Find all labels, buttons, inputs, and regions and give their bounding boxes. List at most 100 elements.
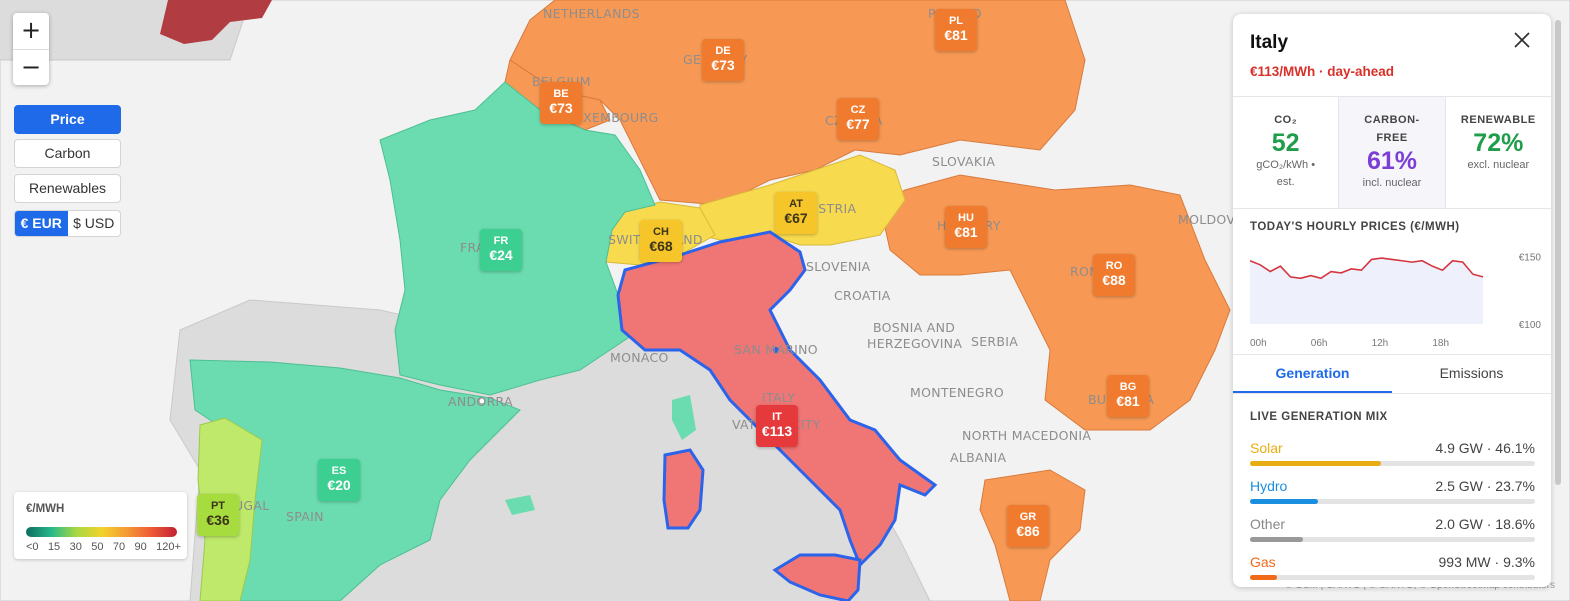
mix-bar-track bbox=[1250, 499, 1535, 504]
mix-source-name: Gas bbox=[1250, 554, 1276, 570]
label-san-marino: SAN MARINO bbox=[734, 342, 818, 357]
stat-label: CARBON-FREE bbox=[1364, 114, 1420, 144]
legend-tick: 120+ bbox=[156, 541, 181, 553]
mix-source-value: 2.5 GW · 23.7% bbox=[1435, 478, 1535, 494]
stats-row: CO₂ 52 gCO₂/kWh • est. CARBON-FREE 61% i… bbox=[1233, 96, 1551, 209]
country-detail-panel: Italy €113/MWh · day-ahead CO₂ 52 gCO₂/k… bbox=[1233, 14, 1551, 587]
label-monaco: MONACO bbox=[610, 350, 669, 365]
mix-bar-track bbox=[1250, 461, 1535, 466]
currency-eur-button[interactable]: € EUR bbox=[15, 211, 68, 236]
mix-bar-track bbox=[1250, 537, 1535, 542]
label-slovakia: SLOVAKIA bbox=[932, 154, 996, 169]
price-marker-pl[interactable]: PL €81 bbox=[935, 9, 977, 51]
mix-row-other: Other 2.0 GW · 18.6% bbox=[1250, 516, 1535, 550]
label-herzegovina: HERZEGOVINA bbox=[867, 336, 963, 351]
mix-row-solar: Solar 4.9 GW · 46.1% bbox=[1250, 440, 1535, 474]
label-italy: ITALY bbox=[762, 390, 796, 405]
label-north-macedonia: NORTH MACEDONIA bbox=[962, 428, 1092, 443]
y-tick-label: €100 bbox=[1519, 320, 1542, 331]
close-icon[interactable] bbox=[1511, 29, 1533, 51]
mix-bar-fill bbox=[1250, 537, 1303, 542]
price-marker-cz[interactable]: CZ €77 bbox=[837, 98, 879, 140]
price-area bbox=[1250, 258, 1483, 324]
mix-source-value: 2.0 GW · 18.6% bbox=[1435, 516, 1535, 532]
hourly-prices-title: TODAY'S HOURLY PRICES (€/MWH) bbox=[1250, 221, 1460, 233]
mode-carbon-button[interactable]: Carbon bbox=[14, 139, 121, 168]
stat-value: 61% bbox=[1366, 147, 1418, 175]
price-marker-be[interactable]: BE €73 bbox=[540, 82, 582, 124]
currency-usd-button[interactable]: $ USD bbox=[68, 211, 121, 236]
label-croatia: CROATIA bbox=[834, 288, 891, 303]
mix-row-gas: Gas 993 MW · 9.3% bbox=[1250, 554, 1535, 587]
legend-color-scale bbox=[26, 527, 177, 537]
price-marker-fr[interactable]: FR €24 bbox=[480, 229, 522, 271]
legend-ticks: <0 15 30 50 70 90 120+ bbox=[26, 541, 181, 553]
price-marker-es[interactable]: ES €20 bbox=[318, 459, 360, 501]
stat-co2: CO₂ 52 gCO₂/kWh • est. bbox=[1233, 97, 1338, 208]
mix-bar-fill bbox=[1250, 499, 1318, 504]
panel-scrollbar[interactable] bbox=[1555, 20, 1561, 485]
mix-source-name: Hydro bbox=[1250, 478, 1288, 494]
legend-tick: <0 bbox=[26, 541, 39, 553]
mix-bar-fill bbox=[1250, 575, 1277, 580]
mix-bar-track bbox=[1250, 575, 1535, 580]
zoom-out-button[interactable]: − bbox=[13, 49, 49, 86]
mode-price-button[interactable]: Price bbox=[14, 105, 121, 134]
tab-emissions[interactable]: Emissions bbox=[1392, 355, 1551, 393]
price-marker-pt[interactable]: PT €36 bbox=[197, 494, 239, 536]
stat-note: incl. nuclear bbox=[1362, 177, 1422, 189]
generation-mix-title: LIVE GENERATION MIX bbox=[1250, 411, 1388, 423]
stat-carbon-free: CARBON-FREE 61% incl. nuclear bbox=[1338, 97, 1445, 208]
stat-value: 52 bbox=[1271, 129, 1300, 157]
price-marker-de[interactable]: DE €73 bbox=[702, 39, 744, 81]
price-marker-at[interactable]: AT €67 bbox=[775, 192, 817, 234]
legend-title: €/MWH bbox=[26, 503, 65, 515]
label-netherlands: NETHERLANDS bbox=[543, 6, 640, 21]
stat-renewable: RENEWABLE 72% excl. nuclear bbox=[1444, 97, 1551, 208]
mix-source-value: 993 MW · 9.3% bbox=[1438, 554, 1535, 570]
legend-tick: 90 bbox=[134, 541, 147, 553]
label-serbia: SERBIA bbox=[971, 334, 1019, 349]
price-marker-gr[interactable]: GR €86 bbox=[1007, 505, 1049, 547]
stat-label: CO₂ bbox=[1274, 114, 1298, 126]
x-tick-label: 12h bbox=[1372, 338, 1389, 349]
price-marker-bg[interactable]: BG €81 bbox=[1107, 375, 1149, 417]
x-tick-label: 00h bbox=[1250, 338, 1267, 349]
price-marker-it[interactable]: IT €113 bbox=[756, 405, 798, 447]
price-marker-hu[interactable]: HU €81 bbox=[945, 206, 987, 248]
y-tick-label: €150 bbox=[1519, 253, 1542, 264]
hourly-price-chart: 00h 06h 12h 18h €150 €100 bbox=[1249, 253, 1542, 349]
legend-tick: 30 bbox=[69, 541, 82, 553]
price-legend: €/MWH <0 15 30 50 70 90 120+ bbox=[14, 492, 187, 559]
legend-tick: 15 bbox=[47, 541, 61, 553]
panel-subtitle: €113/MWh · day-ahead bbox=[1250, 64, 1395, 79]
island-sardinia[interactable] bbox=[662, 448, 705, 530]
panel-title: Italy bbox=[1250, 32, 1289, 53]
tab-generation[interactable]: Generation bbox=[1233, 355, 1392, 393]
panel-tabs: Generation Emissions bbox=[1233, 354, 1551, 394]
currency-toggle: € EUR $ USD bbox=[14, 210, 121, 237]
label-slovenia: SLOVENIA bbox=[806, 259, 871, 274]
mix-bar-fill bbox=[1250, 461, 1382, 466]
x-tick-label: 18h bbox=[1432, 338, 1449, 349]
x-tick-label: 06h bbox=[1311, 338, 1328, 349]
zoom-control: + − bbox=[13, 13, 49, 85]
mix-row-hydro: Hydro 2.5 GW · 23.7% bbox=[1250, 478, 1535, 512]
label-montenegro: MONTENEGRO bbox=[910, 385, 1004, 400]
stat-note: gCO₂/kWh • est. bbox=[1256, 159, 1316, 188]
label-spain: SPAIN bbox=[286, 509, 324, 524]
mode-renewables-button[interactable]: Renewables bbox=[14, 174, 121, 203]
mix-source-value: 4.9 GW · 46.1% bbox=[1435, 440, 1535, 456]
price-marker-ch[interactable]: CH €68 bbox=[640, 220, 682, 262]
legend-tick: 50 bbox=[91, 541, 104, 553]
mix-source-name: Other bbox=[1250, 516, 1286, 532]
zoom-in-button[interactable]: + bbox=[13, 13, 49, 49]
mix-source-name: Solar bbox=[1250, 440, 1283, 456]
legend-tick: 70 bbox=[112, 541, 126, 553]
price-marker-ro[interactable]: RO €88 bbox=[1093, 254, 1135, 296]
label-bosnia: BOSNIA AND bbox=[873, 320, 956, 335]
label-albania: ALBANIA bbox=[950, 450, 1007, 465]
stat-value: 72% bbox=[1473, 129, 1524, 157]
stat-note: excl. nuclear bbox=[1467, 159, 1530, 171]
label-andorra: ANDORRA bbox=[448, 394, 513, 409]
